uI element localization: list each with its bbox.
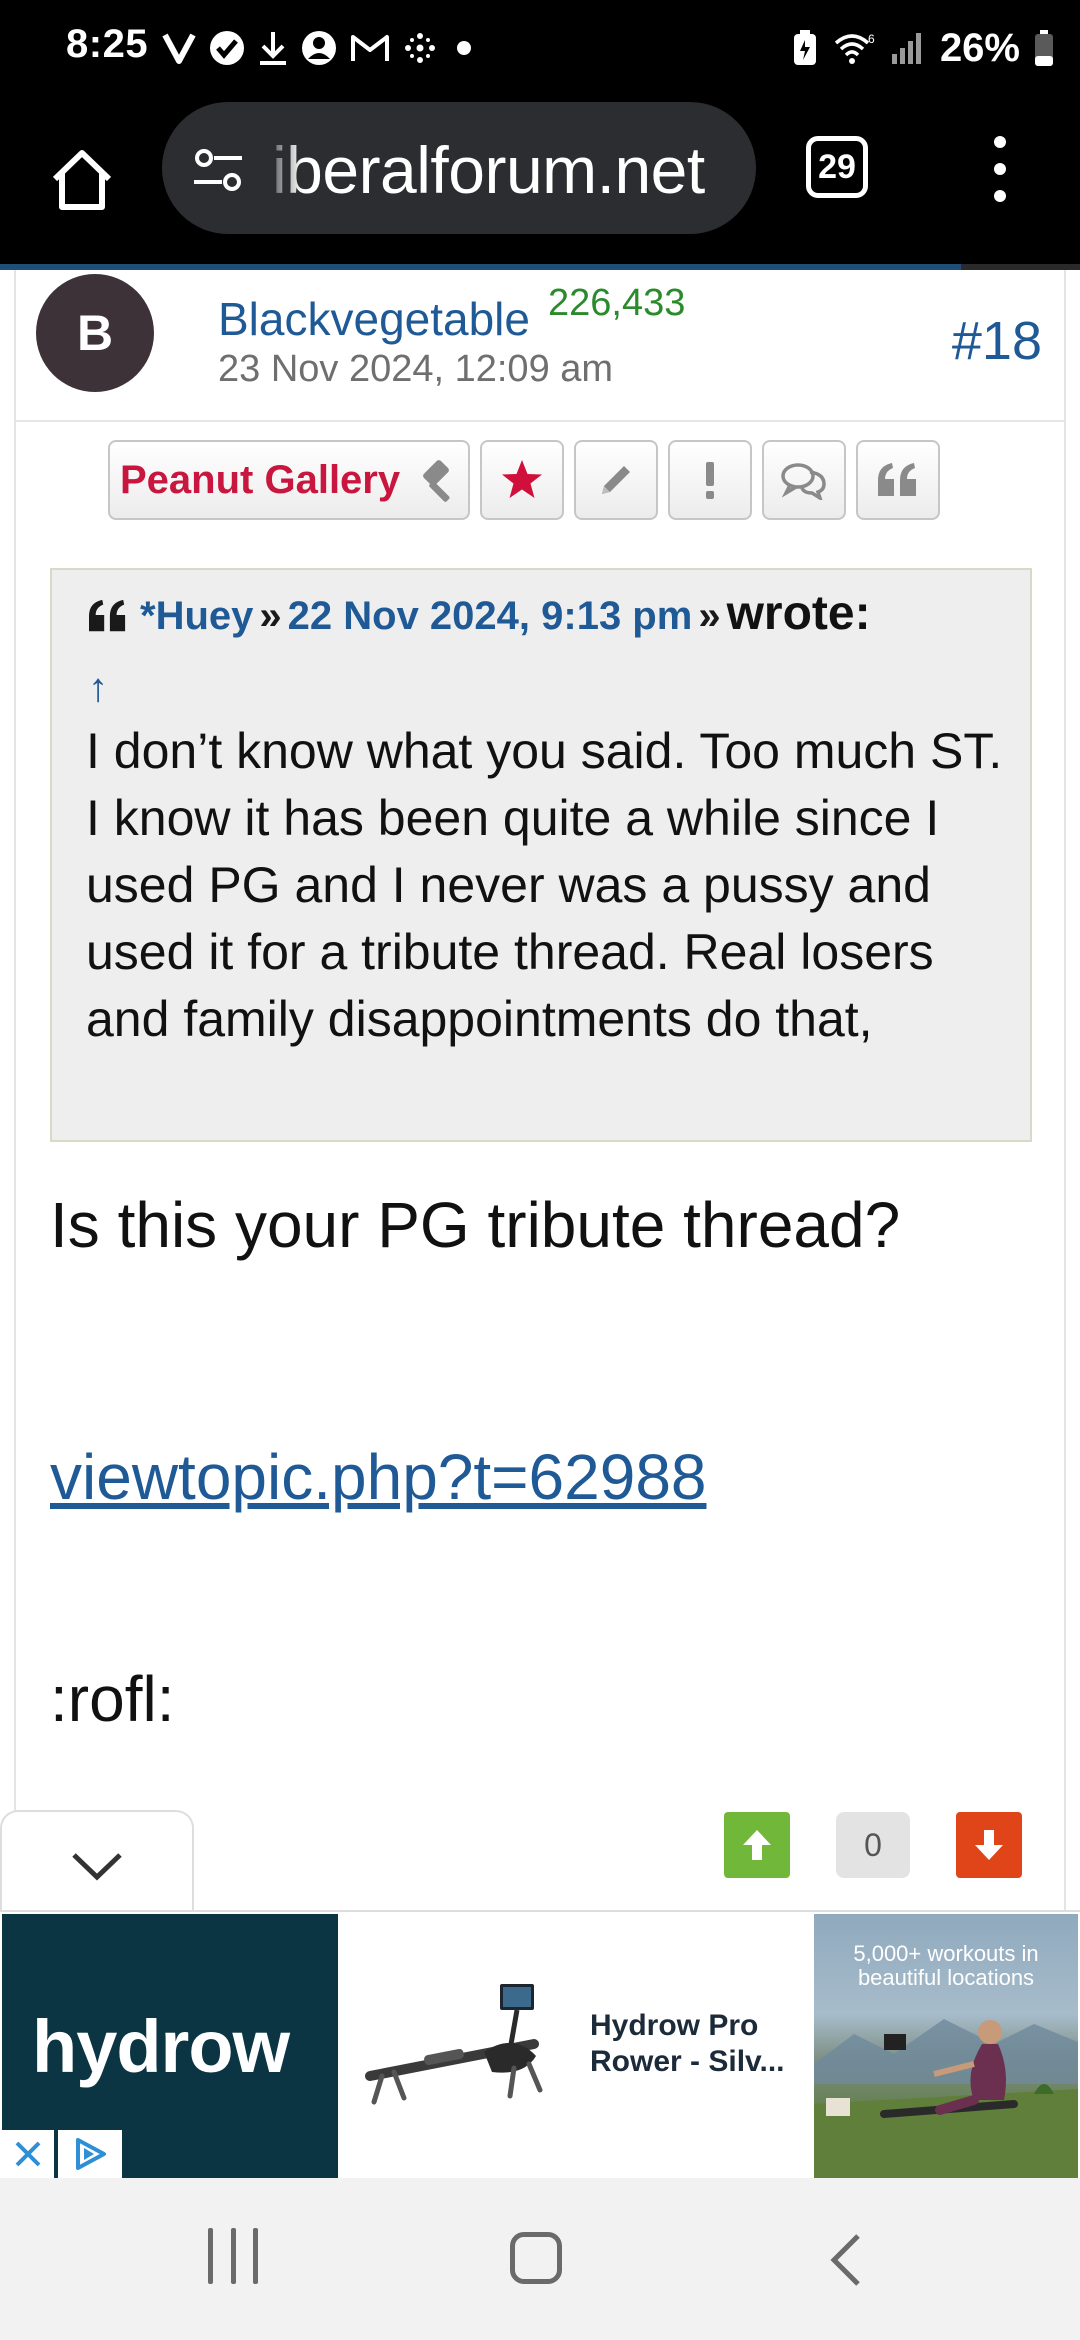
quote-header: *Huey» 22 Nov 2024, 9:13 pm» wrote: [86,586,871,641]
browser-toolbar: iberalforum.net 29 [0,96,1080,266]
system-nav-bar [0,2178,1080,2340]
dot-icon [457,41,471,55]
ad-lifestyle-photo[interactable]: 5,000+ workouts in beautiful locations [814,1914,1078,2178]
report-button[interactable] [668,440,753,520]
menu-dot-icon [994,136,1006,148]
post-date: 23 Nov 2024, 12:09 am [218,348,614,390]
gavel-icon [423,460,450,502]
upvote-button[interactable] [724,1812,790,1878]
post-number[interactable]: #18 [952,310,1042,372]
quote-icon [878,463,917,496]
quote-button[interactable] [856,440,941,520]
svg-text:6: 6 [868,32,875,46]
ad-title[interactable]: Hydrow Pro Rower - Silv... [590,2008,800,2080]
battery-percent: 26% [939,25,1020,70]
home-icon [52,150,112,210]
notification-icons [162,24,478,72]
tab-switcher-button[interactable]: 29 [806,136,868,198]
quote-text: I don’t know what you said. Too much ST.… [86,723,1003,1047]
ad-brand-logo: hydrow [32,2005,290,2088]
quote-block: *Huey» 22 Nov 2024, 9:13 pm» wrote: ↑ I do… [50,568,1032,1142]
favorite-button[interactable] [480,440,565,520]
quote-wrote-label: wrote: [726,587,871,640]
home-button[interactable] [40,138,124,222]
quote-author-link[interactable]: *Huey [140,594,253,638]
recents-line-icon [230,2228,236,2284]
forum-page: B Blackvegetable 226,433 23 Nov 2024, 12… [0,270,1080,1920]
download-icon [260,32,286,65]
pencil-icon [602,466,631,494]
post-topic-link[interactable]: viewtopic.php?t=62988 [50,1440,707,1514]
quote-separator: » [259,594,282,638]
post-action-bar: Peanut Gallery [108,440,941,520]
quote-separator: » [698,594,721,638]
quote-jump-link[interactable]: ↑ [88,666,108,711]
avatar[interactable]: B [36,274,154,392]
post-body-text: Is this your PG tribute thread? [50,1189,901,1261]
dots-spark-icon [405,33,435,63]
account-circle-icon [302,31,336,65]
ad-choices-icon [76,2138,106,2170]
wifi-6-icon: 6 [834,32,875,64]
quote-date-link[interactable]: 22 Nov 2024, 9:13 pm [288,594,693,638]
ad-brand-panel[interactable]: hydrow [2,1914,338,2178]
rowing-machine-image [365,1984,543,2105]
edit-button[interactable] [574,440,659,520]
gmail-icon [351,35,389,61]
site-settings-icon[interactable] [190,142,246,198]
collapse-toggle-button[interactable] [0,1810,194,1920]
divider [16,420,1064,422]
url-text[interactable]: iberalforum.net [272,132,705,208]
ad-close-button[interactable] [2,2130,54,2178]
status-bar: 8:25 6 26% [0,0,1080,96]
speech-bubbles-icon [781,463,826,500]
person-rowing-image [814,2019,1078,2178]
close-icon [15,2141,41,2167]
battery-icon [1035,30,1053,66]
recents-line-icon [253,2228,258,2284]
rank-label: Peanut Gallery [120,457,401,502]
reply-button[interactable] [762,440,847,520]
menu-dot-icon [994,190,1006,202]
downvote-button[interactable] [956,1812,1022,1878]
battery-saver-icon [793,30,816,65]
ad-banner[interactable]: hydrow Hydrow Pro Rower - Silv... 5,000+… [0,1910,1080,2178]
star-icon [502,460,543,498]
verified-check-icon [210,31,244,65]
chevron-down-icon [72,1853,122,1881]
rank-badge-button[interactable]: Peanut Gallery [108,440,471,520]
arrow-down-icon [975,1830,1003,1860]
url-fade [262,102,302,234]
arrow-up-icon [743,1830,771,1860]
status-time: 8:25 [66,22,149,66]
address-bar[interactable]: iberalforum.net [162,102,756,234]
v-icon [162,33,196,64]
back-button[interactable] [826,2230,866,2290]
author-post-count: 226,433 [548,282,686,324]
quote-mark-icon [89,599,126,632]
post-card: B Blackvegetable 226,433 23 Nov 2024, 12… [14,270,1066,1910]
system-icons: 6 26% [792,20,1054,76]
vote-count: 0 [836,1812,910,1878]
recents-line-icon [208,2228,213,2284]
menu-dot-icon [994,163,1006,175]
post-smiley-text: :rofl: [50,1663,175,1735]
exclamation-icon [706,462,715,499]
more-menu-button[interactable] [980,136,1020,202]
nav-home-button[interactable] [510,2232,562,2284]
recents-button[interactable] [208,2228,258,2288]
ad-choices-button[interactable] [58,2130,122,2178]
post-author[interactable]: Blackvegetable [218,292,530,346]
signal-icon [891,33,921,64]
